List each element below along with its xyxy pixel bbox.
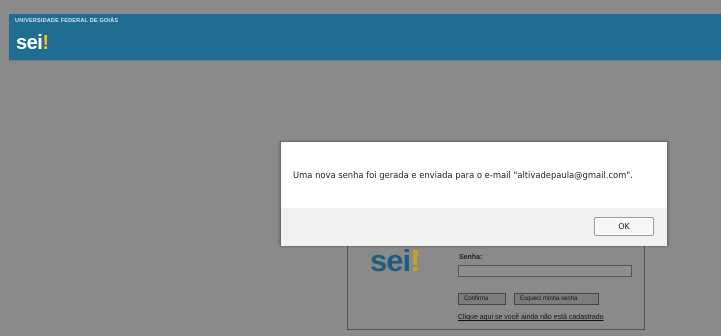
register-link[interactable]: Clique aqui se você ainda não está cadas…: [458, 314, 604, 321]
forgot-password-button[interactable]: Esqueci minha senha: [514, 293, 599, 305]
ok-button[interactable]: OK: [594, 217, 654, 236]
password-field[interactable]: [458, 265, 632, 277]
login-logo: sei!: [370, 243, 420, 279]
sei-logo[interactable]: sei!: [16, 32, 49, 55]
login-logo-text: sei: [370, 243, 411, 278]
top-header: UNIVERSIDADE FEDERAL DE GOIÁS sei!: [9, 14, 721, 60]
institution-name: UNIVERSIDADE FEDERAL DE GOIÁS: [15, 18, 119, 24]
login-logo-mark: !: [410, 243, 420, 278]
alert-dialog: Uma nova senha foi gerada e enviada para…: [280, 141, 668, 246]
alert-message: Uma nova senha foi gerada e enviada para…: [293, 170, 633, 180]
password-label: Senha:: [459, 254, 483, 261]
logo-text: sei: [16, 32, 43, 54]
logo-mark: !: [42, 32, 49, 54]
confirm-button[interactable]: Confirma: [458, 293, 506, 305]
dialog-footer: OK: [281, 208, 667, 246]
